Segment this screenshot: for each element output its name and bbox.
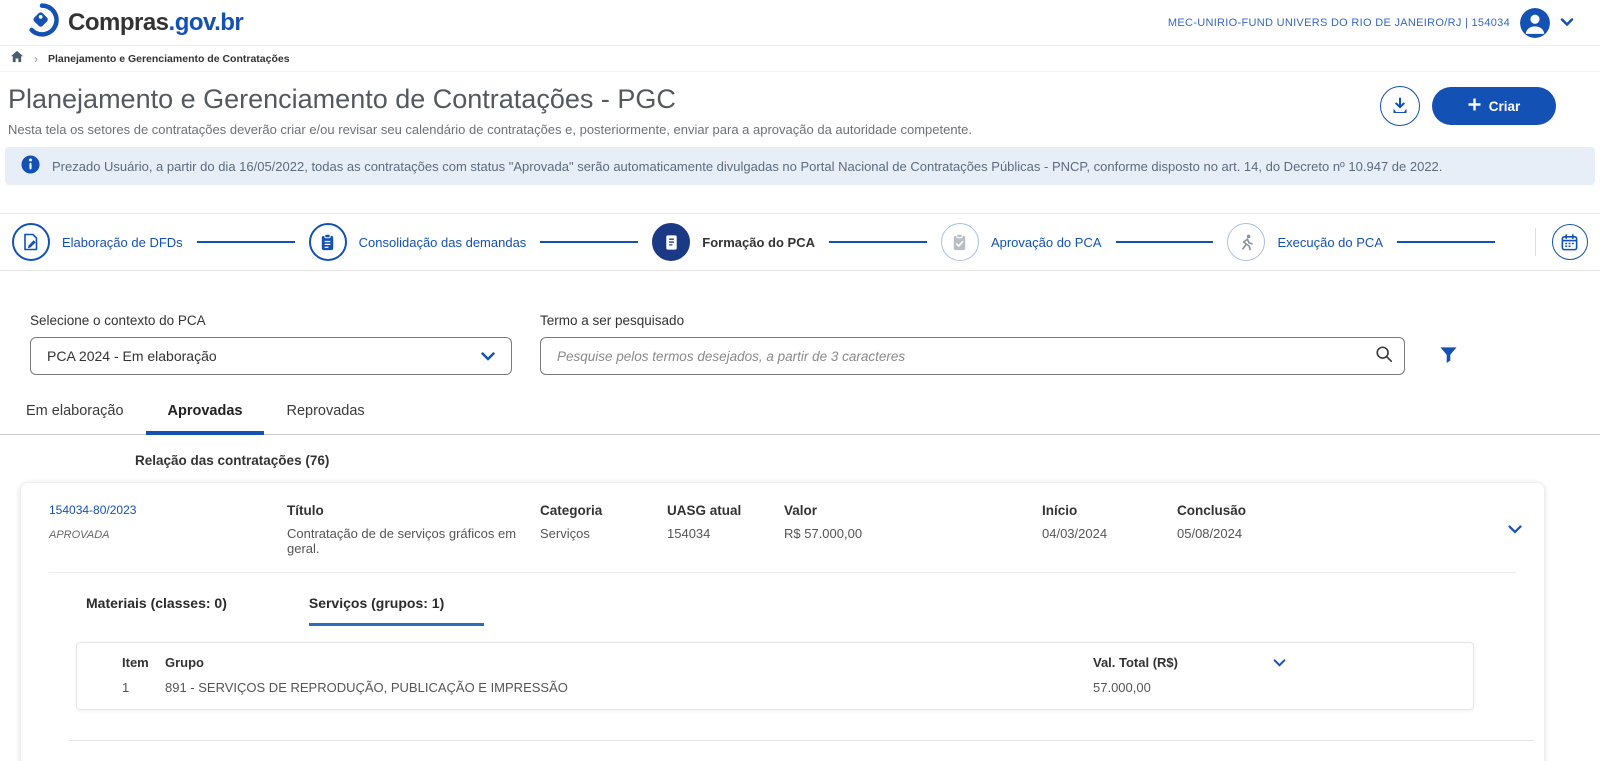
pca-stepper: Elaboração de DFDs Consolidação das dema… bbox=[0, 213, 1600, 271]
step-connector bbox=[1116, 241, 1214, 243]
logo-text-dark: Compras bbox=[68, 9, 169, 36]
items-table-row[interactable]: 1 891 - SERVIÇOS DE REPRODUÇÃO, PUBLICAÇ… bbox=[77, 678, 1473, 709]
home-icon[interactable] bbox=[10, 50, 24, 68]
info-alert-text: Prezado Usuário, a partir do dia 16/05/2… bbox=[52, 159, 1442, 174]
item-type-subtabs: Materiais (classes: 0) Serviços (grupos:… bbox=[21, 573, 1544, 626]
contract-status-label: APROVADA bbox=[49, 529, 110, 541]
field-value-categoria: Serviços bbox=[540, 526, 667, 541]
user-menu-chevron-down-icon[interactable] bbox=[1560, 14, 1574, 32]
tab-aprovadas[interactable]: Aprovadas bbox=[146, 403, 265, 435]
field-value-uasg: 154034 bbox=[667, 526, 784, 541]
row-expand-chevron-down-icon[interactable] bbox=[1500, 503, 1530, 556]
header-val-total: Val. Total (R$) bbox=[1093, 655, 1178, 670]
calendar-button[interactable] bbox=[1552, 224, 1588, 260]
step-connector bbox=[197, 241, 295, 243]
step-connector bbox=[540, 241, 638, 243]
breadcrumb-separator: › bbox=[34, 52, 38, 66]
accompaniments-label: Acompanhamentos bbox=[21, 741, 1544, 761]
contract-card: 154034-80/2023 APROVADA Título Contrataç… bbox=[20, 482, 1545, 761]
step-label: Consolidação das demandas bbox=[359, 235, 527, 250]
avatar[interactable] bbox=[1520, 8, 1550, 38]
info-icon bbox=[21, 155, 40, 177]
header-grupo: Grupo bbox=[165, 655, 1093, 670]
comprasgov-logo[interactable]: Compras.gov.br bbox=[24, 2, 243, 43]
items-table-header-row: Item Grupo Val. Total (R$) bbox=[77, 643, 1473, 678]
status-tabs: Em elaboração Aprovadas Reprovadas bbox=[0, 403, 1600, 435]
contract-row[interactable]: 154034-80/2023 APROVADA Título Contrataç… bbox=[21, 483, 1544, 572]
contract-id-link[interactable]: 154034-80/2023 bbox=[49, 503, 287, 517]
step-connector bbox=[1397, 241, 1495, 243]
breadcrumb-current[interactable]: Planejamento e Gerenciamento de Contrata… bbox=[48, 53, 290, 65]
stepper-divider bbox=[1535, 228, 1536, 256]
filters-section: Selecione o contexto do PCA PCA 2024 - E… bbox=[0, 271, 1600, 375]
tab-reprovadas[interactable]: Reprovadas bbox=[264, 403, 386, 435]
page-title: Planejamento e Gerenciamento de Contrata… bbox=[8, 84, 972, 115]
breadcrumb: › Planejamento e Gerenciamento de Contra… bbox=[0, 46, 1600, 72]
list-title: Relação das contratações (76) bbox=[135, 453, 1600, 468]
sort-chevron-down-icon[interactable] bbox=[1273, 659, 1286, 667]
search-term-label: Termo a ser pesquisado bbox=[540, 313, 1405, 328]
pca-context-select[interactable]: PCA 2024 - Em elaboração bbox=[30, 337, 512, 375]
title-section: Planejamento e Gerenciamento de Contrata… bbox=[0, 72, 1600, 137]
step-label: Execução do PCA bbox=[1277, 235, 1383, 250]
top-header: Compras.gov.br MEC-UNIRIO-FUND UNIVERS D… bbox=[0, 0, 1600, 46]
field-label-titulo: Título bbox=[287, 503, 540, 518]
logo-text-blue: .gov.br bbox=[169, 9, 244, 36]
field-value-valor: R$ 57.000,00 bbox=[784, 526, 1042, 541]
step-connector bbox=[829, 241, 927, 243]
field-label-inicio: Início bbox=[1042, 503, 1177, 518]
select-chevron-down-icon bbox=[481, 348, 495, 364]
field-label-uasg: UASG atual bbox=[667, 503, 784, 518]
pca-context-selected-value: PCA 2024 - Em elaboração bbox=[47, 348, 217, 364]
search-input[interactable] bbox=[540, 337, 1405, 375]
step-aprovacao-pca[interactable]: Aprovação do PCA bbox=[941, 223, 1102, 261]
step-formacao-pca[interactable]: Formação do PCA bbox=[652, 223, 815, 261]
edit-document-icon bbox=[12, 223, 50, 261]
field-value-conclusao: 05/08/2024 bbox=[1177, 526, 1500, 541]
runner-icon bbox=[1227, 223, 1265, 261]
subtab-servicos[interactable]: Serviços (grupos: 1) bbox=[309, 595, 484, 626]
user-area: MEC-UNIRIO-FUND UNIVERS DO RIO DE JANEIR… bbox=[1168, 8, 1574, 38]
field-label-valor: Valor bbox=[784, 503, 1042, 518]
cell-item: 1 bbox=[77, 680, 165, 695]
cell-grupo: 891 - SERVIÇOS DE REPRODUÇÃO, PUBLICAÇÃO… bbox=[165, 680, 1093, 695]
field-value-titulo: Contratação de de serviços gráficos em g… bbox=[287, 526, 540, 556]
create-button[interactable]: Criar bbox=[1432, 87, 1556, 125]
pca-context-label: Selecione o contexto do PCA bbox=[30, 313, 512, 328]
step-label: Elaboração de DFDs bbox=[62, 235, 183, 250]
clipboard-icon bbox=[309, 223, 347, 261]
items-table: Item Grupo Val. Total (R$) 1 891 - SERVI… bbox=[76, 642, 1474, 710]
filter-funnel-icon[interactable] bbox=[1439, 346, 1458, 367]
search-icon[interactable] bbox=[1375, 345, 1393, 366]
step-label: Formação do PCA bbox=[702, 235, 815, 250]
step-elaboracao-dfds[interactable]: Elaboração de DFDs bbox=[12, 223, 183, 261]
create-button-label: Criar bbox=[1489, 99, 1521, 114]
clipboard-check-icon bbox=[941, 223, 979, 261]
step-label: Aprovação do PCA bbox=[991, 235, 1102, 250]
step-execucao-pca[interactable]: Execução do PCA bbox=[1227, 223, 1383, 261]
comprasgov-logo-icon bbox=[24, 2, 60, 43]
tab-em-elaboracao[interactable]: Em elaboração bbox=[4, 403, 146, 435]
user-org-label[interactable]: MEC-UNIRIO-FUND UNIVERS DO RIO DE JANEIR… bbox=[1168, 17, 1510, 29]
step-consolidacao-demandas[interactable]: Consolidação das demandas bbox=[309, 223, 527, 261]
plus-icon bbox=[1468, 98, 1481, 114]
page-subtitle: Nesta tela os setores de contratações de… bbox=[8, 122, 972, 137]
cell-val-total: 57.000,00 bbox=[1093, 680, 1473, 695]
header-item: Item bbox=[77, 655, 165, 670]
document-icon bbox=[652, 223, 690, 261]
download-button[interactable] bbox=[1380, 86, 1420, 126]
subtab-materiais[interactable]: Materiais (classes: 0) bbox=[86, 595, 267, 626]
field-label-categoria: Categoria bbox=[540, 503, 667, 518]
info-alert: Prezado Usuário, a partir do dia 16/05/2… bbox=[5, 147, 1595, 185]
field-value-inicio: 04/03/2024 bbox=[1042, 526, 1177, 541]
field-label-conclusao: Conclusão bbox=[1177, 503, 1500, 518]
